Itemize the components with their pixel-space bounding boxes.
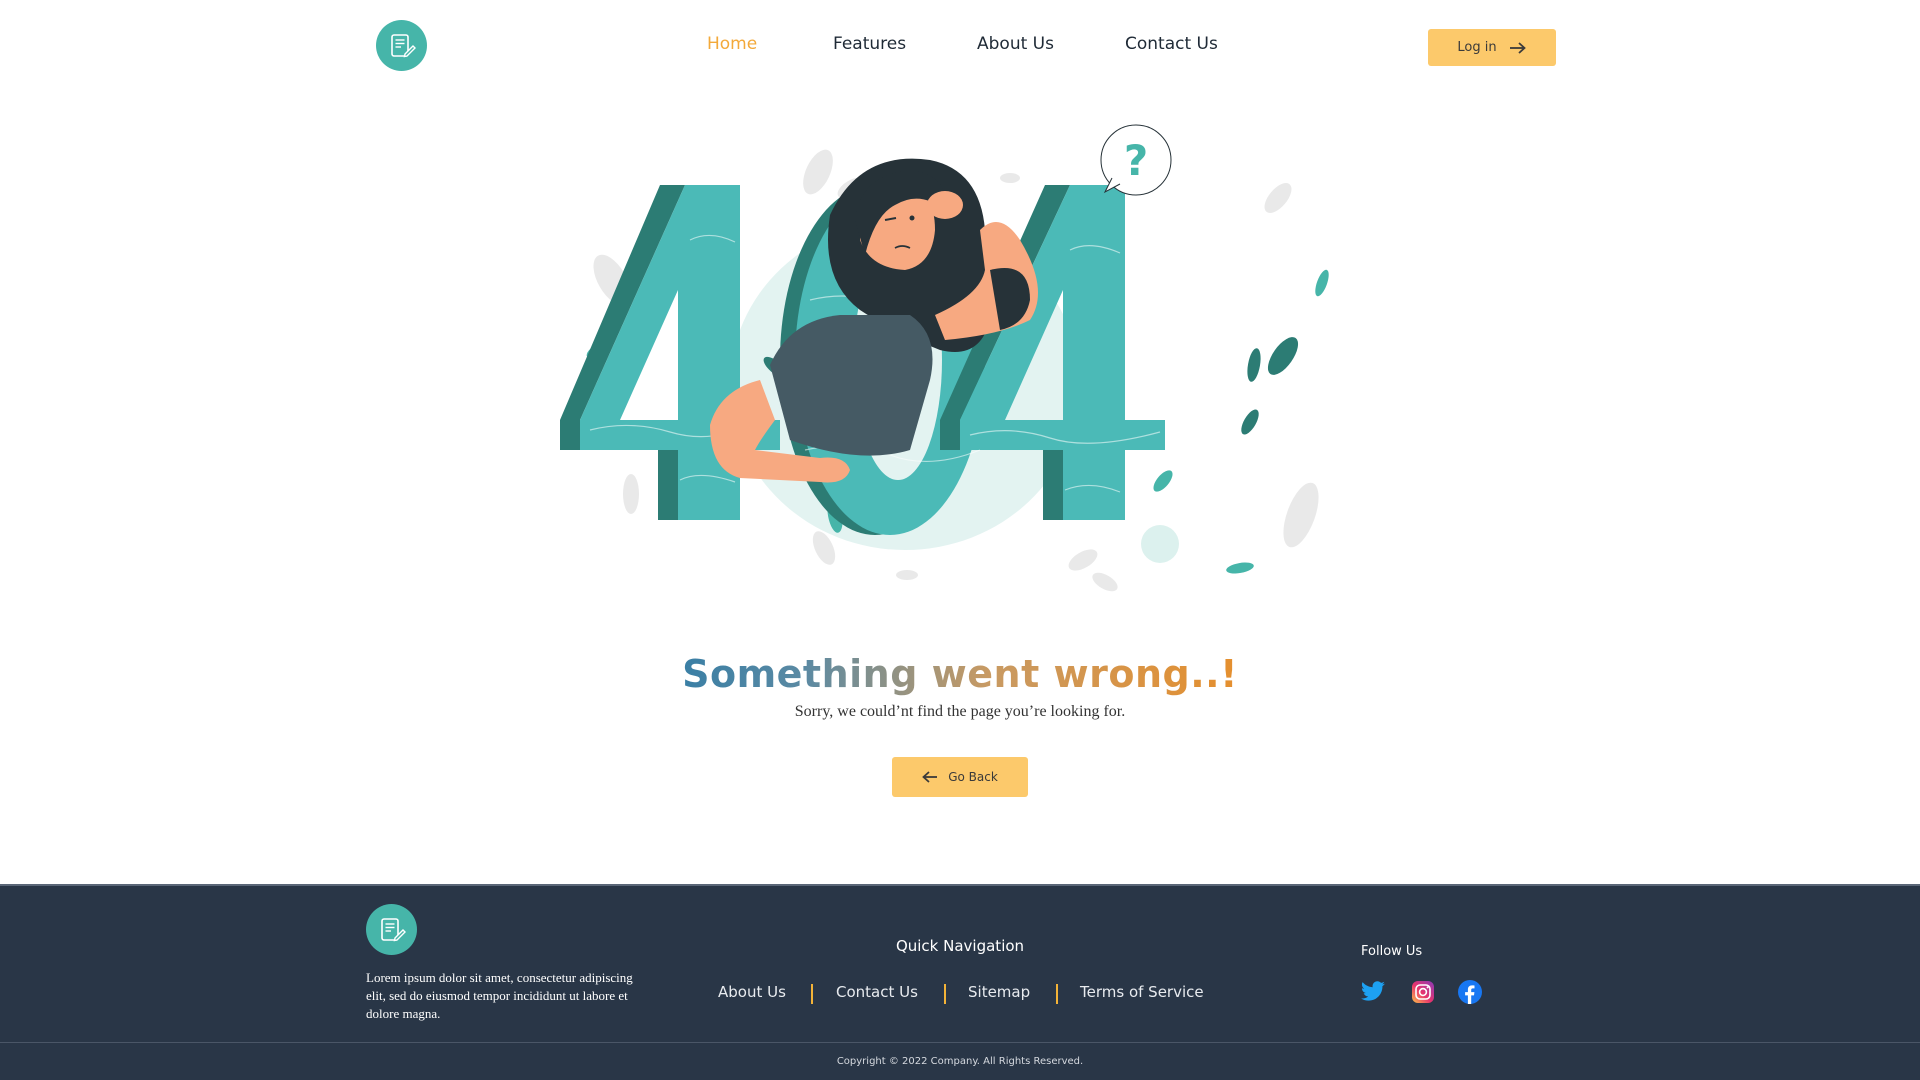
twitter-link[interactable] <box>1360 979 1386 1005</box>
follow-us-title: Follow Us <box>1361 944 1423 959</box>
404-illustration: ? <box>560 124 1329 592</box>
quick-navigation-title: Quick Navigation <box>895 937 1025 955</box>
footer-link-separator <box>1056 984 1058 1004</box>
digit-four-right-stem-shadow <box>1043 450 1063 520</box>
copyright-text: Copyright © 2022 Company. All Rights Res… <box>836 1056 1084 1067</box>
nav-features[interactable]: Features <box>833 34 906 54</box>
go-back-label: Go Back <box>948 770 998 784</box>
nav-contact-us[interactable]: Contact Us <box>1125 34 1218 54</box>
nav-home[interactable]: Home <box>707 34 757 54</box>
nav-about-us[interactable]: About Us <box>977 34 1054 54</box>
facebook-icon <box>1458 980 1482 1004</box>
quick-navigation-links: About Us Contact Us Sitemap Terms of Ser… <box>0 983 1920 1007</box>
instagram-link[interactable] <box>1410 979 1436 1005</box>
question-bubble: ? <box>1100 124 1172 196</box>
error-subtext: Sorry, we could’nt find the page you’re … <box>794 703 1126 720</box>
footer-bottom-divider <box>0 1042 1920 1043</box>
footer-link-contact-us[interactable]: Contact Us <box>836 983 918 1001</box>
footer-link-sitemap[interactable]: Sitemap <box>968 983 1030 1001</box>
facebook-link[interactable] <box>1457 979 1483 1005</box>
login-label: Log in <box>1457 40 1497 55</box>
go-back-button[interactable]: Go Back <box>892 757 1028 797</box>
instagram-icon <box>1412 981 1434 1003</box>
footer-divider <box>0 884 1920 886</box>
footer-link-separator <box>811 984 813 1004</box>
arrow-left-icon <box>922 771 938 783</box>
footer-link-about-us[interactable]: About Us <box>718 983 786 1001</box>
main-nav: Home Features About Us Contact Us <box>0 34 1920 58</box>
error-headline: Something went wrong..! <box>682 652 1238 696</box>
site-footer: Lorem ipsum dolor sit amet, consectetur … <box>0 884 1920 1080</box>
login-button[interactable]: Log in <box>1428 29 1556 66</box>
digit-four-left-stem-shadow <box>658 450 678 520</box>
decor-bubble <box>1141 525 1179 563</box>
question-mark: ? <box>1124 136 1148 185</box>
site-header: Home Features About Us Contact Us Log in <box>0 0 1920 92</box>
twitter-icon <box>1361 981 1385 1001</box>
footer-link-terms-of-service[interactable]: Terms of Service <box>1080 983 1204 1001</box>
arrow-right-icon <box>1509 41 1526 54</box>
footer-link-separator <box>944 984 946 1004</box>
